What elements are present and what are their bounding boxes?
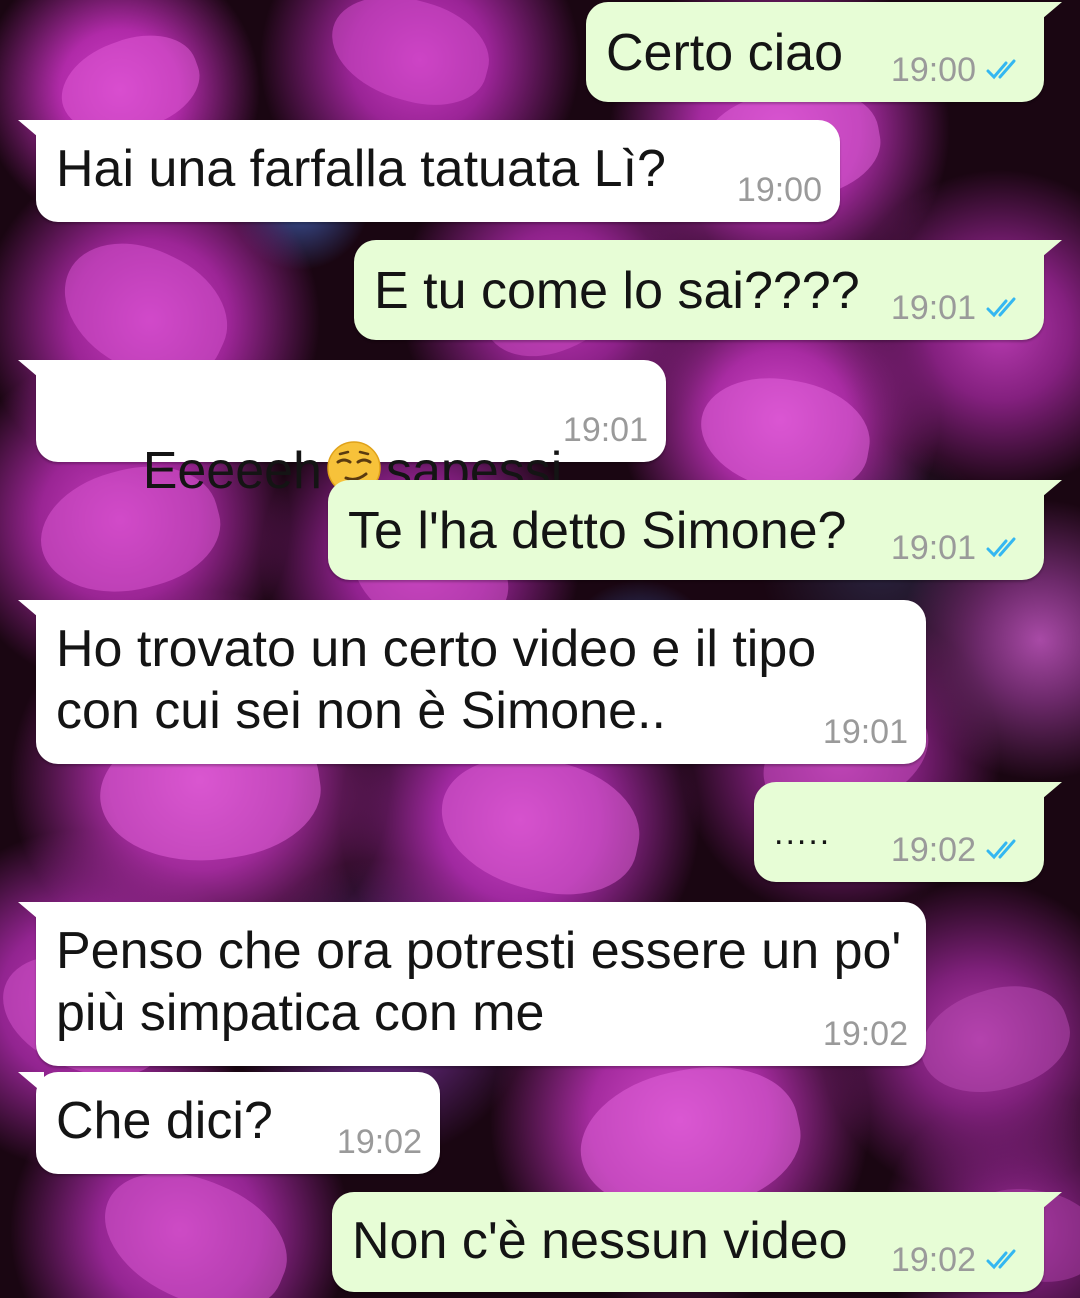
message-meta: 19:00 xyxy=(891,50,1026,90)
message-bubble-outgoing[interactable]: Certo ciao 19:00 xyxy=(586,2,1062,102)
double-check-icon xyxy=(986,839,1016,860)
message-text: E tu come lo sai???? xyxy=(374,262,860,320)
message-bubble-outgoing[interactable]: E tu come lo sai???? 19:01 xyxy=(354,240,1062,340)
message-text: Te l'ha detto Simone? xyxy=(348,502,847,560)
double-check-icon xyxy=(986,1249,1016,1270)
double-check-icon xyxy=(986,59,1016,80)
double-check-icon xyxy=(986,537,1016,558)
message-meta: 19:01 xyxy=(891,528,1026,568)
message-text-part: Eeeeeh xyxy=(142,442,322,500)
message-time: 19:01 xyxy=(562,411,648,449)
message-bubble-incoming[interactable]: Hai una farfalla tatuata Lì? 19:00 xyxy=(18,120,840,222)
message-time: 19:01 xyxy=(890,529,976,567)
message-time: 19:02 xyxy=(890,831,976,869)
message-meta: 19:02 xyxy=(891,830,1026,870)
message-text: Che dici? xyxy=(56,1092,273,1150)
message-bubble-incoming[interactable]: Ho trovato un certo video e il tipo con … xyxy=(18,600,926,764)
message-bubble-incoming[interactable]: Eeeeeh sapessi 19:01 xyxy=(18,360,666,500)
message-meta: 19:01 xyxy=(891,288,1026,328)
message-bubble-incoming[interactable]: Che dici? 19:02 xyxy=(18,1072,440,1174)
message-time: 19:02 xyxy=(822,1015,908,1053)
message-text: Non c'è nessun video xyxy=(352,1212,848,1270)
message-time: 19:01 xyxy=(822,713,908,751)
message-bubble-outgoing[interactable]: ..... 19:02 xyxy=(754,782,1062,882)
message-meta: 19:02 xyxy=(823,1014,908,1054)
message-meta: 19:02 xyxy=(337,1122,422,1162)
chat-message-list[interactable]: Certo ciao 19:00 Hai una farfalla tatuat… xyxy=(0,0,1080,1298)
message-meta: 19:00 xyxy=(737,170,822,210)
message-text: Penso che ora potresti essere un po' più… xyxy=(56,922,902,1042)
message-bubble-outgoing[interactable]: Non c'è nessun video 19:02 xyxy=(332,1192,1062,1292)
message-time: 19:01 xyxy=(890,289,976,327)
message-text: Ho trovato un certo video e il tipo con … xyxy=(56,620,817,740)
message-time: 19:00 xyxy=(890,51,976,89)
message-meta: 19:01 xyxy=(563,410,648,450)
message-time: 19:02 xyxy=(336,1123,422,1161)
message-meta: 19:01 xyxy=(823,712,908,752)
message-meta: 19:02 xyxy=(891,1240,1026,1280)
message-bubble-outgoing[interactable]: Te l'ha detto Simone? 19:01 xyxy=(328,480,1062,580)
double-check-icon xyxy=(986,297,1016,318)
message-time: 19:02 xyxy=(890,1241,976,1279)
message-text: Hai una farfalla tatuata Lì? xyxy=(56,140,666,198)
message-bubble-incoming[interactable]: Penso che ora potresti essere un po' più… xyxy=(18,902,926,1066)
message-text: ..... xyxy=(774,814,832,852)
message-time: 19:00 xyxy=(736,171,822,209)
message-text: Certo ciao xyxy=(606,24,843,82)
